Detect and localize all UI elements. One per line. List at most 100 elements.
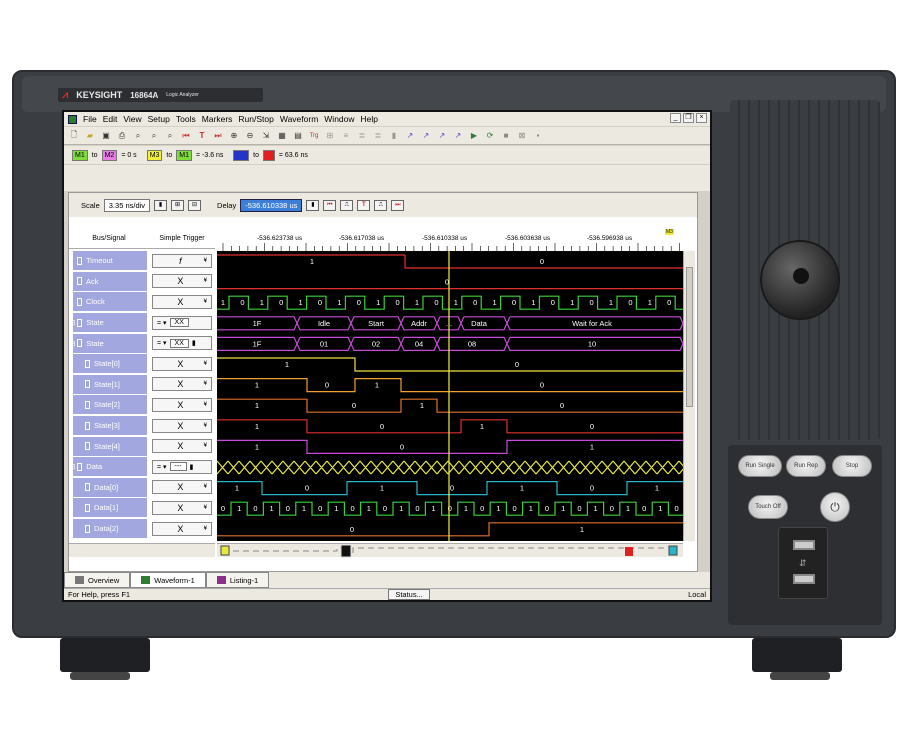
- find-icon[interactable]: ⌕: [132, 130, 144, 142]
- expand-toggle-icon[interactable]: ⊟: [69, 339, 75, 348]
- usb-port-1[interactable]: [793, 540, 815, 550]
- signal-name-cell[interactable]: Data[0]: [73, 477, 147, 497]
- signal-name-cell[interactable]: Ack: [73, 271, 147, 291]
- restore-icon[interactable]: ❐: [683, 113, 694, 123]
- delay-field[interactable]: -536.610338 us: [240, 198, 303, 212]
- marker-m3-label[interactable]: M3: [146, 149, 163, 161]
- signal-name-cell[interactable]: State[3]: [73, 416, 147, 436]
- delay-end-icon[interactable]: ⏭: [391, 199, 405, 211]
- power-button[interactable]: ⏻: [820, 492, 850, 522]
- menu-view[interactable]: View: [123, 114, 141, 124]
- trigger-selector[interactable]: X ¥: [152, 397, 212, 412]
- scale-field[interactable]: 3.35 ns/div: [103, 198, 151, 212]
- signal-name-cell[interactable]: State[1]: [73, 374, 147, 394]
- tab-waveform-1[interactable]: Waveform-1: [130, 572, 206, 588]
- dropdown-chevron-icon[interactable]: ¥: [204, 423, 207, 429]
- trigger-selector[interactable]: X ¥: [152, 418, 212, 433]
- expand-icon[interactable]: ≣: [356, 130, 368, 142]
- dropdown-chevron-icon[interactable]: ¥: [204, 381, 207, 387]
- vertical-scrollbar[interactable]: [683, 251, 695, 541]
- vertical-scroll-thumb[interactable]: [686, 267, 693, 407]
- go-trigger-icon[interactable]: T: [196, 130, 208, 142]
- status-button[interactable]: Status...: [388, 589, 430, 600]
- signal-name-cell[interactable]: State[4]: [73, 436, 147, 456]
- go-end-icon[interactable]: ⏭: [212, 130, 224, 142]
- operator-select[interactable]: = ▾: [157, 339, 167, 347]
- trigger-selector[interactable]: X ¥: [152, 480, 212, 495]
- trigger-selector[interactable]: X ¥: [152, 439, 212, 454]
- marker-place4-icon[interactable]: ↗: [452, 130, 464, 142]
- menu-waveform[interactable]: Waveform: [280, 114, 318, 124]
- signal-name-cell[interactable]: Data[1]: [73, 498, 147, 518]
- print-icon[interactable]: ⎙: [116, 130, 128, 142]
- trigger-selector[interactable]: X ¥: [152, 521, 212, 536]
- delay-edge-icon[interactable]: ⎍: [374, 199, 388, 211]
- menu-window[interactable]: Window: [324, 114, 354, 124]
- marker-blue-label[interactable]: M4: [233, 149, 250, 161]
- signal-name-cell[interactable]: ⊟ State: [69, 333, 147, 353]
- zoom-out-icon[interactable]: ⊖: [244, 130, 256, 142]
- signal-name-cell[interactable]: Clock: [73, 292, 147, 312]
- signal-name-cell[interactable]: State[0]: [73, 354, 147, 374]
- cancel-icon[interactable]: ⊠: [516, 130, 528, 142]
- dropdown-chevron-icon[interactable]: ¥: [204, 278, 207, 284]
- expand-toggle-icon[interactable]: ⊟: [69, 462, 75, 471]
- zoom-fit-icon[interactable]: ⇲: [260, 130, 272, 142]
- close-icon[interactable]: ×: [696, 113, 707, 123]
- find-next-icon[interactable]: ⌕: [148, 130, 160, 142]
- expand-toggle-icon[interactable]: ⊞: [69, 318, 75, 327]
- trigger-selector[interactable]: = ▾ --- ▮: [152, 459, 212, 474]
- marker-m1-label[interactable]: M1: [72, 149, 88, 161]
- signal-name-cell[interactable]: ⊟ Data: [69, 457, 147, 477]
- operator-select[interactable]: = ▾: [157, 319, 167, 327]
- delay-trigger-icon[interactable]: T: [357, 199, 371, 211]
- menu-help[interactable]: Help: [361, 114, 378, 124]
- trigger-selector[interactable]: X ¥: [152, 500, 212, 515]
- operator-select[interactable]: = ▾: [157, 463, 167, 471]
- grid-icon[interactable]: ▦: [276, 130, 288, 142]
- bus-icon[interactable]: ⊞: [324, 130, 336, 142]
- signal-name-cell[interactable]: State[2]: [73, 395, 147, 415]
- usb-port-2[interactable]: [793, 574, 815, 584]
- trigger-value[interactable]: XX: [169, 338, 189, 348]
- signal-name-cell[interactable]: ⊞ State: [69, 313, 147, 333]
- run-rep-button[interactable]: Run Rep: [786, 455, 826, 477]
- touch-off-button[interactable]: Touch Off: [748, 495, 788, 519]
- dropdown-chevron-icon[interactable]: ¥: [204, 484, 207, 490]
- value-picker-icon[interactable]: ▮: [192, 339, 196, 347]
- trigger-selector[interactable]: = ▾ XX: [152, 315, 212, 330]
- stop-button[interactable]: Stop: [832, 455, 872, 477]
- menu-run-stop[interactable]: Run/Stop: [238, 114, 273, 124]
- m3-marker-flag[interactable]: M3: [665, 229, 674, 235]
- trigger-icon[interactable]: Trg: [308, 130, 320, 142]
- options-icon[interactable]: ▪: [532, 130, 544, 142]
- open-folder-icon[interactable]: ▰: [84, 130, 96, 142]
- go-start-icon[interactable]: ⏮: [180, 130, 192, 142]
- group-icon[interactable]: ≡: [340, 130, 352, 142]
- marker-place2-icon[interactable]: ↗: [420, 130, 432, 142]
- menu-edit[interactable]: Edit: [103, 114, 118, 124]
- trigger-value[interactable]: ---: [169, 462, 187, 472]
- signal-name-cell[interactable]: Timeout: [73, 251, 147, 271]
- marker-red-label[interactable]: [263, 149, 275, 161]
- table-icon[interactable]: ▤: [292, 130, 304, 142]
- marker-m1-label-2[interactable]: M1: [176, 149, 192, 161]
- trigger-selector[interactable]: X ¥: [152, 356, 212, 371]
- scale-zoom-icon[interactable]: ▮: [154, 199, 168, 211]
- trigger-selector[interactable]: f ¥: [152, 253, 212, 268]
- zoom-in-icon[interactable]: ⊕: [228, 130, 240, 142]
- trigger-selector[interactable]: = ▾ XX ▮: [152, 336, 212, 351]
- delay-btn1-icon[interactable]: ▮: [306, 199, 320, 211]
- find-prev-icon[interactable]: ⌕: [164, 130, 176, 142]
- trigger-selector[interactable]: X ¥: [152, 377, 212, 392]
- left-hscrollbar[interactable]: [69, 543, 215, 557]
- value-picker-icon[interactable]: ▮: [190, 463, 194, 471]
- scale-in-icon[interactable]: ⊞: [171, 199, 185, 211]
- dropdown-chevron-icon[interactable]: ¥: [204, 443, 207, 449]
- new-file-icon[interactable]: 🗋: [68, 130, 80, 142]
- delay-start-icon[interactable]: ⏮: [323, 199, 337, 211]
- dropdown-chevron-icon[interactable]: ¥: [204, 299, 207, 305]
- delay-pulse-icon[interactable]: ⎍: [340, 199, 354, 211]
- menu-file[interactable]: File: [83, 114, 97, 124]
- dropdown-chevron-icon[interactable]: ¥: [204, 258, 207, 264]
